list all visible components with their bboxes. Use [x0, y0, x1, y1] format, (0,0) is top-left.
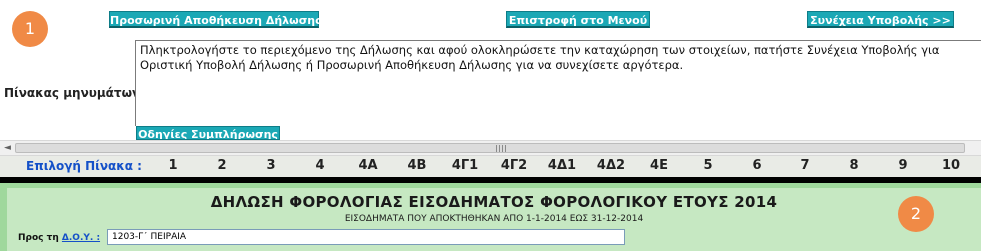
table-link[interactable]: 4Δ2 [597, 158, 625, 173]
tax-office-label: Προς τη Δ.Ο.Υ. : [18, 233, 100, 243]
step-one-badge: 1 [12, 11, 48, 47]
grip-icon [496, 145, 506, 152]
table-link[interactable]: 7 [800, 158, 809, 173]
table-selector-label: Επιλογή Πίνακα : [26, 159, 142, 173]
tax-office-link[interactable]: Δ.Ο.Υ. : [62, 233, 100, 243]
table-link[interactable]: 4Γ1 [452, 158, 478, 173]
table-link[interactable]: 3 [266, 158, 275, 173]
form-title: ΔΗΛΩΣΗ ΦΟΡΟΛΟΓΙΑΣ ΕΙΣΟΔΗΜΑΤΟΣ ΦΟΡΟΛΟΓΙΚΟ… [210, 193, 778, 211]
form-subtitle: ΕΙΣΟΔΗΜΑΤΑ ΠΟΥ ΑΠΟΚΤΗΘΗΚΑΝ ΑΠΟ 1-1-2014 … [344, 214, 644, 224]
tax-office-input[interactable] [107, 229, 625, 245]
temp-save-button[interactable]: Προσωρινή Αποθήκευση Δήλωσης [109, 11, 322, 28]
table-link[interactable]: 4Α [358, 158, 377, 173]
scroll-left-arrow-icon[interactable]: ◄ [4, 143, 11, 153]
table-link[interactable]: 6 [752, 158, 761, 173]
table-link[interactable]: 10 [942, 158, 960, 173]
table-selector: Επιλογή Πίνακα : 1 2 3 4 4Α 4Β 4Γ1 4Γ2 4… [0, 156, 981, 177]
continue-submission-button[interactable]: Συνέχεια Υποβολής >> [807, 11, 954, 28]
table-link[interactable]: 4Ε [650, 158, 668, 173]
table-link[interactable]: 2 [217, 158, 226, 173]
tax-office-prefix: Προς τη [18, 233, 62, 243]
step-two-badge: 2 [898, 196, 934, 232]
horizontal-scrollbar[interactable]: ◄ [0, 140, 981, 156]
scrollbar-thumb[interactable] [15, 143, 965, 153]
table-link[interactable]: 5 [703, 158, 712, 173]
table-link[interactable]: 1 [168, 158, 177, 173]
table-link[interactable]: 8 [849, 158, 858, 173]
table-link[interactable]: 9 [898, 158, 907, 173]
table-link[interactable]: 4Δ1 [548, 158, 576, 173]
fill-guide-button[interactable]: Οδηγίες Συμπλήρωσης [136, 126, 280, 140]
table-link[interactable]: 4Γ2 [501, 158, 527, 173]
messages-textarea[interactable]: Πληκτρολογήστε το περιεχόμενο της Δήλωση… [135, 40, 981, 126]
table-link[interactable]: 4 [315, 158, 324, 173]
return-menu-button[interactable]: Επιστροφή στο Μενού [506, 11, 650, 28]
messages-label: Πίνακας μηνυμάτων : [4, 86, 150, 100]
table-link[interactable]: 4Β [408, 158, 427, 173]
